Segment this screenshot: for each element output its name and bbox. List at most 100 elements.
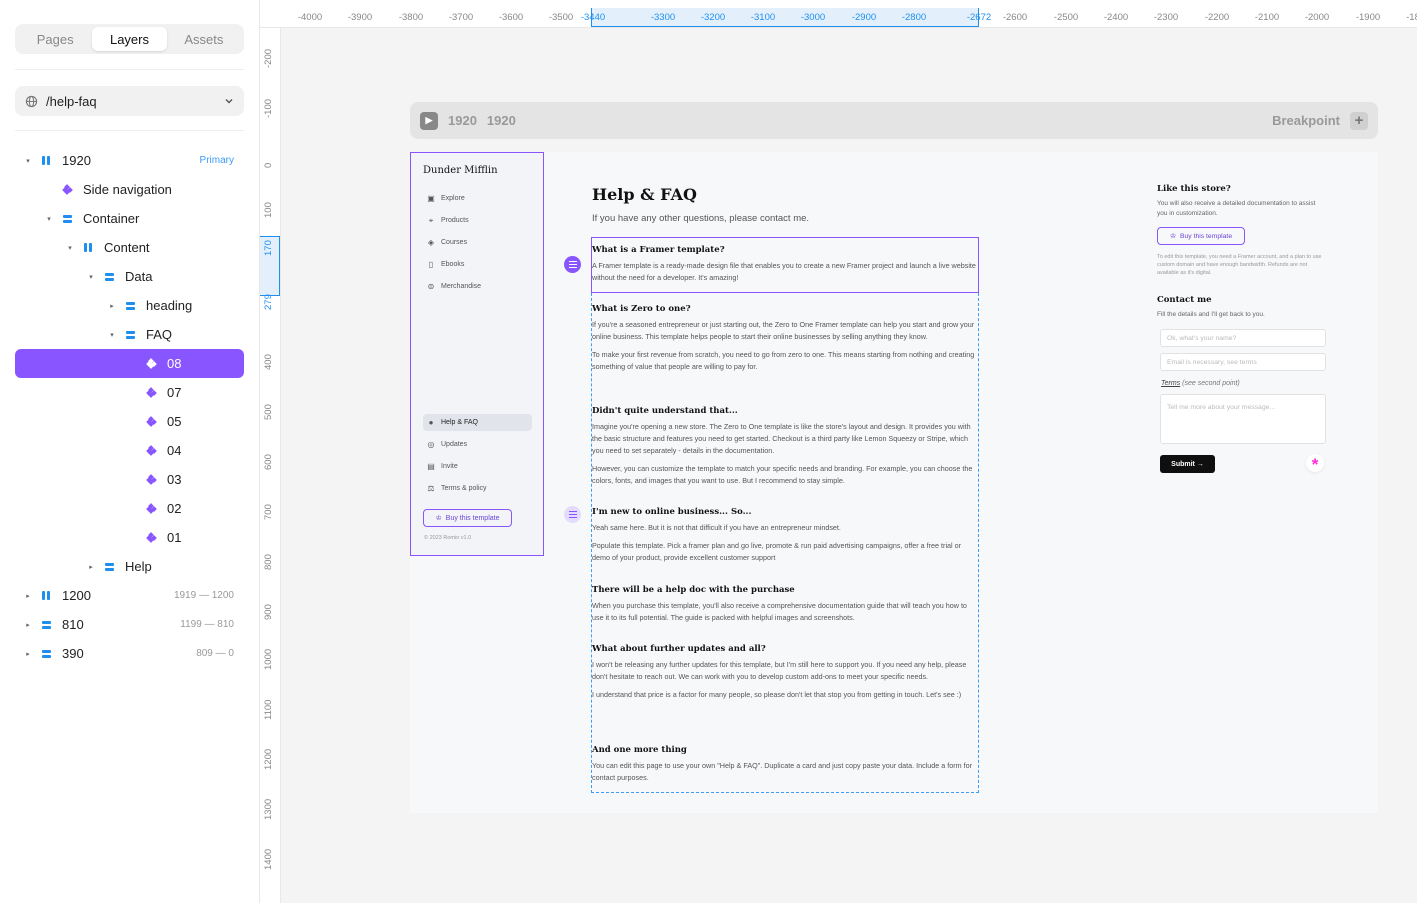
stack-handle-icon[interactable] xyxy=(564,256,581,273)
faq-answer: However, you can customize the template … xyxy=(592,464,973,485)
tab-pages[interactable]: Pages xyxy=(18,27,92,51)
chevron-down-icon[interactable]: ▾ xyxy=(44,215,54,223)
nav-item[interactable]: ▤ Invite xyxy=(423,458,532,475)
nav-item[interactable]: ⌖ Products xyxy=(423,212,532,229)
nav-item-label: Updates xyxy=(441,441,468,448)
tab-assets[interactable]: Assets xyxy=(167,27,241,51)
layer-row[interactable]: 07 xyxy=(15,378,244,407)
ruler-tick-label: 0 xyxy=(263,162,274,168)
chevron-down-icon[interactable]: ▾ xyxy=(107,331,117,339)
layer-row[interactable]: ▸ 810 1199 — 810 xyxy=(15,610,244,639)
side-navigation[interactable]: Dunder Mifflin ▣ Explore ⌖ Products ◈ Courses… xyxy=(410,152,544,556)
component-icon xyxy=(144,386,158,400)
faq-card[interactable]: What about further updates and all? I won… xyxy=(592,644,978,707)
faq-answer: I understand that price is a factor for … xyxy=(592,690,962,699)
ruler-tick-label: -1900 xyxy=(1355,12,1381,23)
nav-item[interactable]: ● Help & FAQ xyxy=(423,414,532,431)
faq-question: There will be a help doc with the purcha… xyxy=(592,585,795,595)
nav-item[interactable]: ▣ Explore xyxy=(423,190,532,207)
chevron-right-icon[interactable]: ▸ xyxy=(86,563,96,571)
email-input[interactable]: Email is necessary, see terms xyxy=(1160,353,1326,371)
row-stack-icon xyxy=(123,328,137,342)
faq-card[interactable]: What is a Framer template? A Framer templ… xyxy=(592,245,978,290)
layer-row[interactable]: 08 xyxy=(15,349,244,378)
add-breakpoint-label[interactable]: Breakpoint xyxy=(1272,113,1340,128)
layer-row[interactable]: ▾ Data xyxy=(15,262,244,291)
faq-card[interactable]: There will be a help doc with the purcha… xyxy=(592,585,978,630)
ruler-tick-label: -3200 xyxy=(700,12,726,23)
layer-row[interactable]: ▸ heading xyxy=(15,291,244,320)
chevron-down-icon[interactable]: ▾ xyxy=(23,157,33,165)
stack-handle-icon[interactable] xyxy=(564,506,581,523)
layer-row[interactable]: ▾ Container xyxy=(15,204,244,233)
ruler-tick-label: -3440 xyxy=(580,12,606,23)
name-input[interactable]: Ok, what's your name? xyxy=(1160,329,1326,347)
layer-row[interactable]: 02 xyxy=(15,494,244,523)
nav-item[interactable]: ▯ Ebooks xyxy=(423,256,532,273)
layer-row[interactable]: ▸ 390 809 — 0 xyxy=(15,639,244,668)
terms-link[interactable]: Terms xyxy=(1161,380,1180,387)
breakpoint-width: 1920 xyxy=(448,113,477,128)
layer-row[interactable]: 05 xyxy=(15,407,244,436)
component-icon xyxy=(144,473,158,487)
chevron-right-icon[interactable]: ▸ xyxy=(23,650,33,658)
layer-row[interactable]: 04 xyxy=(15,436,244,465)
chevron-down-icon[interactable]: ▾ xyxy=(86,273,96,281)
ruler-tick-label: 100 xyxy=(263,202,274,218)
chevron-down-icon[interactable]: ▾ xyxy=(65,244,75,252)
nav-item[interactable]: ⚖ Terms & policy xyxy=(423,480,532,497)
page-subtitle: If you have any other questions, please … xyxy=(592,213,810,224)
buy-template-button[interactable]: ♔ Buy this template xyxy=(423,509,512,527)
layer-row[interactable]: ▾ FAQ xyxy=(15,320,244,349)
nav-item[interactable]: ⊜ Merchandise xyxy=(423,278,532,295)
submit-label: Submit xyxy=(1171,460,1195,468)
page-selector[interactable]: /help-faq xyxy=(15,86,244,116)
faq-card[interactable]: And one more thing You can edit this page… xyxy=(592,745,978,790)
column-stack-icon xyxy=(81,241,95,255)
layer-row[interactable]: Side navigation xyxy=(15,175,244,204)
ruler-tick-label: -3600 xyxy=(498,12,524,23)
chevron-down-icon xyxy=(225,99,233,104)
contact-title: Contact me xyxy=(1157,295,1212,305)
layer-breakpoint-range: 809 — 0 xyxy=(196,648,234,659)
nav-item-label: Invite xyxy=(441,463,458,470)
faq-card[interactable]: I'm new to online business... So... Yeah … xyxy=(592,507,978,570)
submit-button[interactable]: Submit → xyxy=(1160,455,1215,473)
chevron-right-icon[interactable]: ▸ xyxy=(23,592,33,600)
faq-question: What is a Framer template? xyxy=(592,245,725,255)
layer-row[interactable]: ▾ 1920 Primary xyxy=(15,146,244,175)
ruler-tick-label: 900 xyxy=(263,604,274,620)
brand-name: Dunder Mifflin xyxy=(423,165,498,176)
ruler-tick-label: 800 xyxy=(263,554,274,570)
layer-label: 07 xyxy=(167,385,182,400)
layer-row[interactable]: 03 xyxy=(15,465,244,494)
faq-card[interactable]: Didn't quite understand that... Imagine y… xyxy=(592,406,978,493)
faq-question: I'm new to online business... So... xyxy=(592,507,752,517)
ruler-tick-label: -3800 xyxy=(398,12,424,23)
faq-card[interactable]: What is Zero to one? If you're a seasoned… xyxy=(592,304,978,379)
layer-label: Content xyxy=(104,240,150,255)
updates-icon: ◎ xyxy=(427,439,435,449)
tab-layers[interactable]: Layers xyxy=(92,27,167,51)
ruler-horizontal: -4000 -3900 -3800 -3700 -3600 -3500 -3440 -3300… xyxy=(260,0,1417,28)
layer-row[interactable]: 01 xyxy=(15,523,244,552)
play-icon[interactable]: ▶ xyxy=(420,111,438,130)
buy-template-button[interactable]: ♔ Buy this template xyxy=(1157,227,1245,245)
nav-item-label: Merchandise xyxy=(441,283,482,290)
layer-row[interactable]: ▸ Help xyxy=(15,552,244,581)
nav-item[interactable]: ◈ Courses xyxy=(423,234,532,251)
faq-answer: Yeah same here. But it is not that diffi… xyxy=(592,523,841,532)
chevron-right-icon[interactable]: ▸ xyxy=(107,302,117,310)
chevron-right-icon[interactable]: ▸ xyxy=(23,621,33,629)
message-textarea[interactable]: Tell me more about your message... xyxy=(1160,394,1326,444)
layer-row[interactable]: ▸ 1200 1919 — 1200 xyxy=(15,581,244,610)
layer-label: 02 xyxy=(167,501,182,516)
component-icon xyxy=(144,444,158,458)
add-breakpoint-button[interactable]: + xyxy=(1350,111,1368,130)
ruler-tick-label: -2800 xyxy=(901,12,927,23)
breakpoint-bar: ▶ 1920 1920 Breakpoint + xyxy=(410,102,1378,139)
nav-item[interactable]: ◎ Updates xyxy=(423,436,532,453)
layer-row[interactable]: ▾ Content xyxy=(15,233,244,262)
faq-answer: To make your first revenue from scratch,… xyxy=(592,350,975,371)
desktop-frame[interactable]: Dunder Mifflin ▣ Explore ⌖ Products ◈ Courses… xyxy=(410,152,1378,813)
